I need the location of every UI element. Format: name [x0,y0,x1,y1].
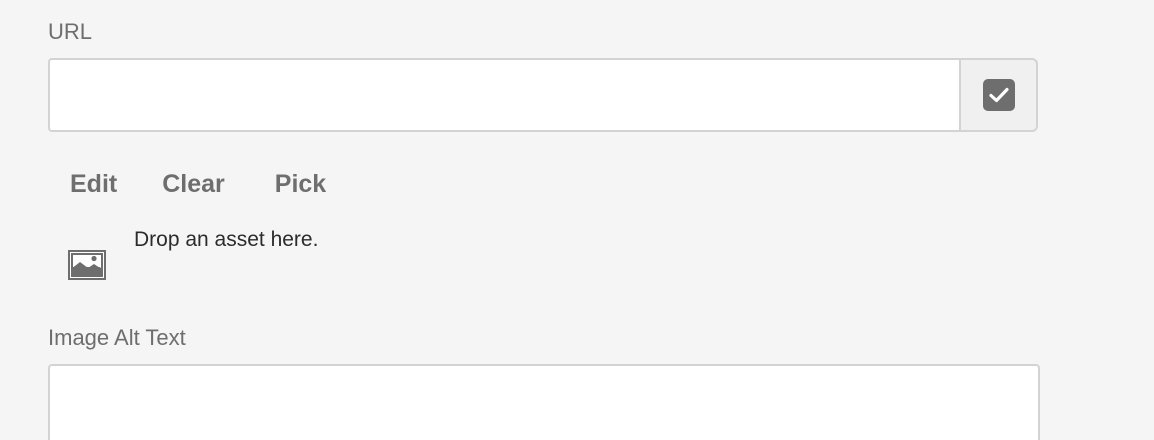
checkmark-icon [982,79,1015,111]
image-alt-text-input[interactable] [48,364,1040,440]
pick-button[interactable]: Pick [275,170,326,199]
url-field-group [48,58,1038,132]
url-check-button[interactable] [959,58,1038,132]
edit-button[interactable]: Edit [70,170,117,199]
url-label: URL [48,19,93,44]
image-alt-text-label: Image Alt Text [48,325,186,350]
asset-drop-zone[interactable]: Drop an asset here. [68,226,488,286]
asset-form: URL Edit Clear Pick Drop an asset here. … [0,0,1154,440]
drop-zone-text: Drop an asset here. [134,228,319,251]
asset-actions: Edit Clear Pick [70,170,326,199]
url-input[interactable] [48,58,959,132]
clear-button[interactable]: Clear [162,170,225,199]
image-icon [68,250,106,280]
